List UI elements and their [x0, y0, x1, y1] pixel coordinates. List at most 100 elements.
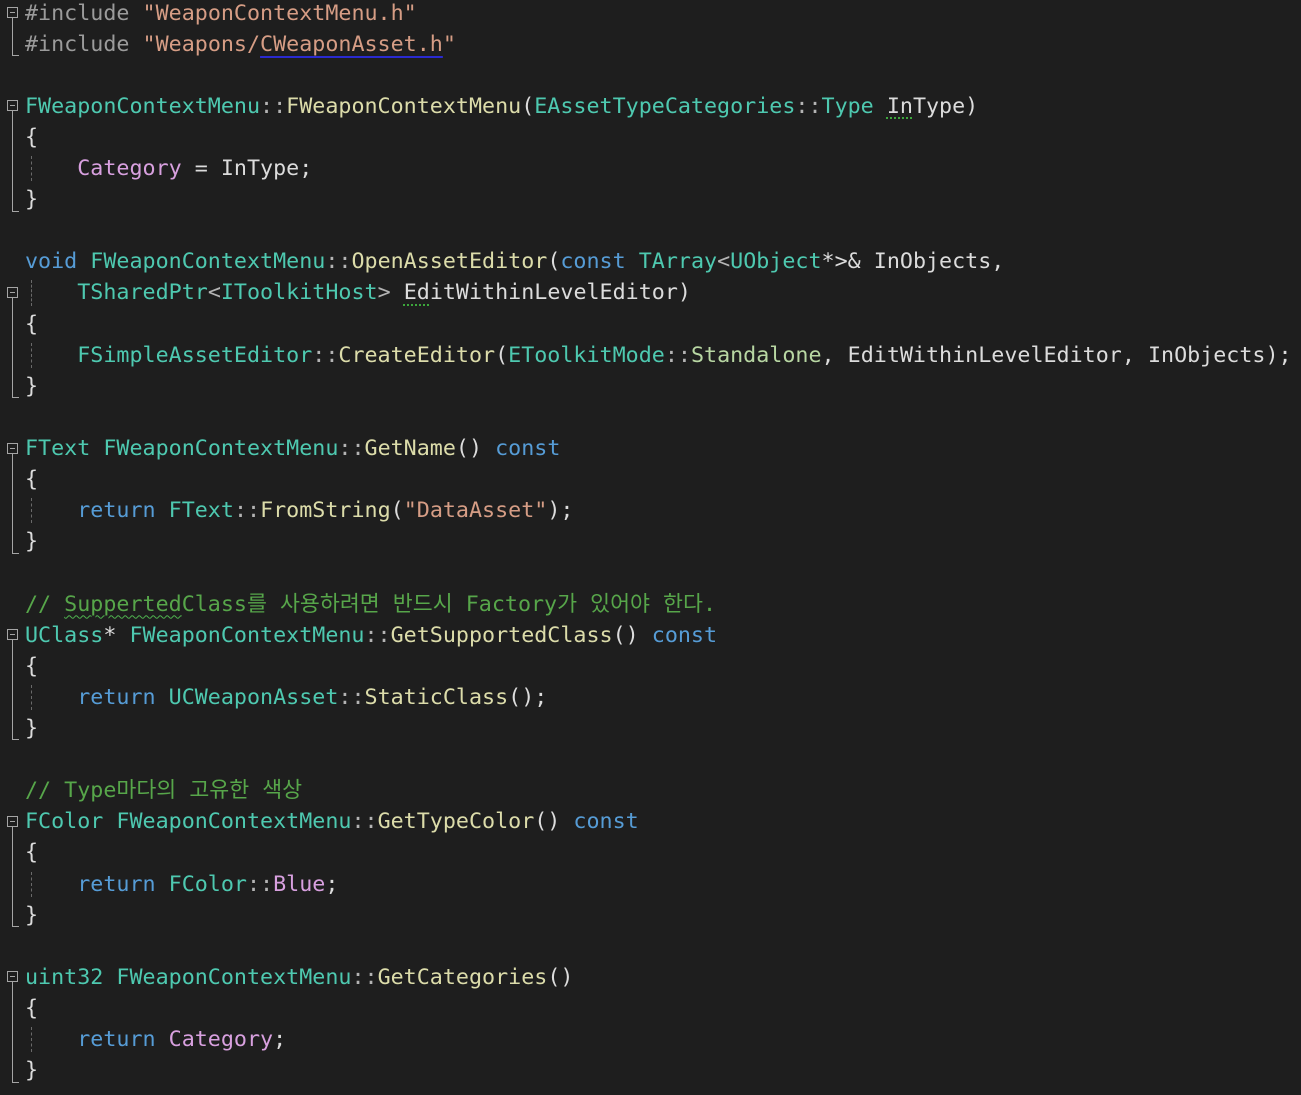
code-line[interactable]: FSimpleAssetEditor::CreateEditor(EToolki… [0, 339, 1301, 371]
collapse-toggle[interactable] [7, 287, 18, 299]
type-name: Type [821, 93, 874, 119]
code-text: ; [299, 156, 313, 182]
code-line[interactable]: return Category; [0, 1024, 1301, 1056]
outline-guide [12, 713, 13, 740]
comment: // Type마다의 고유한 색상 [25, 778, 303, 804]
code-line[interactable]: FColor FWeaponContextMenu::GetTypeColor(… [0, 806, 1301, 838]
code-text: { [25, 840, 39, 866]
code-hint: Ed [403, 280, 430, 306]
code-line[interactable]: } [0, 184, 1301, 215]
code-line[interactable]: { [0, 464, 1301, 496]
code-line[interactable]: } [0, 713, 1301, 744]
outline-guide-end [12, 1081, 19, 1083]
code-line-text: } [25, 713, 38, 744]
code-text: Type [912, 93, 966, 119]
code-text: ( [390, 498, 404, 524]
scope-operator: :: [364, 622, 391, 648]
enumerator: Standalone [690, 342, 822, 368]
code-line[interactable]: // Type마다의 고유한 색상 [0, 775, 1301, 806]
collapse-toggle[interactable] [7, 100, 18, 112]
code-line[interactable]: } [0, 526, 1301, 557]
code-text: } [25, 902, 39, 928]
outline-guide-end [12, 210, 19, 212]
code-line[interactable]: return FText::FromString("DataAsset"); [0, 495, 1301, 527]
scope-operator: :: [664, 342, 691, 368]
code-text: { [25, 996, 39, 1021]
code-text: { [25, 311, 39, 337]
code-line-text: #include "Weapons/CWeaponAsset.h" [25, 29, 456, 60]
type-name: FWeaponContextMenu [116, 964, 352, 990]
member-field: Category [168, 1027, 274, 1053]
outlining-margin-cell [0, 308, 25, 340]
code-line[interactable]: } [0, 1055, 1301, 1086]
outline-guide [12, 111, 13, 122]
type-name: uint32 [25, 964, 104, 990]
code-text: , EditWithinLevelEditor, InObjects); [821, 342, 1292, 368]
keyword: void [25, 249, 78, 275]
function-name: OpenAssetEditor [351, 249, 548, 275]
outline-guide [12, 526, 13, 553]
code-line[interactable]: { [0, 837, 1301, 869]
outline-guide [12, 121, 13, 154]
code-line[interactable]: { [0, 121, 1301, 154]
code-line[interactable]: UClass* FWeaponContextMenu::GetSupported… [0, 620, 1301, 651]
keyword: return [77, 684, 156, 710]
code-line[interactable]: { [0, 308, 1301, 340]
code-line[interactable]: } [0, 370, 1301, 402]
code-line[interactable]: Category = InType; [0, 153, 1301, 185]
code-line[interactable]: return UCWeaponAsset::StaticClass(); [0, 681, 1301, 714]
collapse-toggle[interactable] [7, 971, 18, 983]
preprocessor-directive: #include [25, 0, 130, 26]
code-line[interactable]: #include "Weapons/CWeaponAsset.h" [0, 28, 1301, 60]
scope-operator: :: [338, 684, 365, 710]
outline-guide [12, 184, 13, 211]
code-line[interactable]: } [0, 899, 1301, 931]
function-name: GetSupportedClass [390, 622, 613, 648]
code-line[interactable] [0, 402, 1301, 433]
include-path-link[interactable]: CWeaponAsset.h [260, 32, 443, 57]
code-line[interactable]: // SuppertedClass를 사용하려면 반드시 Factory가 있어… [0, 589, 1301, 620]
code-line[interactable]: { [0, 650, 1301, 682]
code-text: } [25, 1058, 39, 1084]
code-line[interactable]: return FColor::Blue; [0, 868, 1301, 900]
keyword: return [77, 498, 156, 524]
code-line[interactable]: TSharedPtr<IToolkitHost> EditWithinLevel… [0, 277, 1301, 309]
code-editor[interactable]: #include "WeaponContextMenu.h" #include "… [0, 0, 1301, 1086]
code-line[interactable] [0, 931, 1301, 962]
code-line[interactable] [0, 557, 1301, 588]
scope-operator: :: [233, 498, 261, 524]
code-line-text: FSimpleAssetEditor::CreateEditor(EToolki… [25, 340, 1292, 371]
outline-guide [12, 681, 13, 714]
code-line[interactable]: FWeaponContextMenu::FWeaponContextMenu(E… [0, 91, 1301, 122]
collapse-toggle[interactable] [7, 7, 18, 19]
code-line-text: return FText::FromString("DataAsset"); [25, 495, 573, 526]
outlining-margin-cell [0, 713, 25, 744]
code-text: ( [521, 93, 535, 119]
code-line[interactable]: #include "WeaponContextMenu.h" [0, 0, 1301, 29]
collapse-toggle[interactable] [7, 815, 18, 827]
code-line-text: Category = InType; [25, 153, 312, 184]
type-name: UCWeaponAsset [168, 684, 339, 710]
collapse-toggle[interactable] [7, 442, 18, 454]
code-line-text: FColor FWeaponContextMenu::GetTypeColor(… [25, 806, 639, 837]
collapse-toggle[interactable] [7, 629, 18, 641]
code-line[interactable] [0, 60, 1301, 91]
code-line-text: FText FWeaponContextMenu::GetName() cons… [25, 433, 560, 464]
code-line[interactable]: uint32 FWeaponContextMenu::GetCategories… [0, 962, 1301, 993]
code-line[interactable] [0, 215, 1301, 246]
outlining-margin-cell [0, 993, 25, 1025]
function-name: FWeaponContextMenu [286, 93, 522, 119]
code-line[interactable]: FText FWeaponContextMenu::GetName() cons… [0, 433, 1301, 465]
scope-operator: < [207, 280, 221, 306]
outlining-margin-cell [0, 775, 25, 806]
code-line[interactable] [0, 744, 1301, 775]
code-line[interactable]: void FWeaponContextMenu::OpenAssetEditor… [0, 246, 1301, 277]
code-line-text: } [25, 526, 38, 557]
scope-operator: :: [312, 342, 339, 368]
code-line[interactable]: { [0, 993, 1301, 1025]
